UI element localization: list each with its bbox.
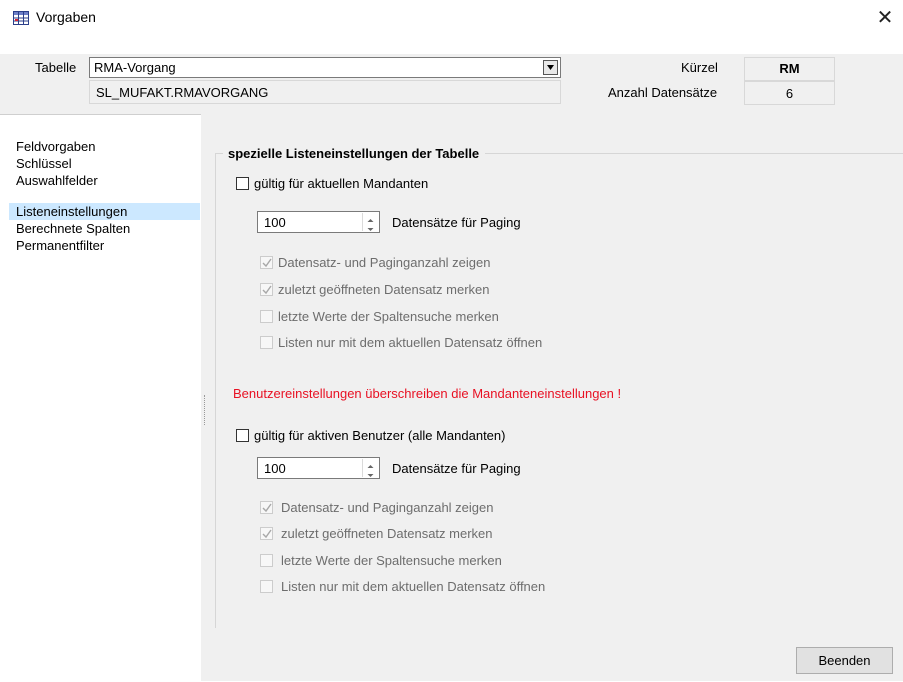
mandant-option-current-record-only-label: Listen nur mit dem aktuellen Datensatz ö… xyxy=(278,335,543,350)
count-label: Anzahl Datensätze xyxy=(608,85,718,100)
table-db-name: SL_MUFAKT.RMAVORGANG xyxy=(96,85,269,100)
benutzer-option-remember-record-label: zuletzt geöffneten Datensatz merken xyxy=(281,526,493,541)
mandant-enable-checkbox[interactable] xyxy=(236,177,249,190)
mandant-paging-value: 100 xyxy=(264,215,286,230)
benutzer-paging-stepper[interactable]: 100 xyxy=(257,457,380,479)
stepper-up-icon[interactable] xyxy=(363,459,378,468)
nav-item-listeneinstellungen[interactable]: Listeneinstellungen xyxy=(9,203,200,220)
nav-item-berechnete-spalten[interactable]: Berechnete Spalten xyxy=(16,220,130,237)
mandant-option-remember-search-label: letzte Werte der Spaltensuche merken xyxy=(278,309,499,324)
nav-item-auswahlfelder[interactable]: Auswahlfelder xyxy=(16,172,98,189)
stepper-down-icon[interactable] xyxy=(363,222,378,231)
stepper-buttons xyxy=(362,459,378,477)
benutzer-option-show-counts-checkbox xyxy=(260,501,273,514)
splitter-grip-icon xyxy=(204,395,207,425)
kuerzel-box: RM xyxy=(744,57,835,81)
benutzer-paging-label: Datensätze für Paging xyxy=(392,461,521,476)
stepper-up-icon[interactable] xyxy=(363,213,378,222)
kuerzel-label: Kürzel xyxy=(681,60,718,75)
benutzer-option-current-record-only-checkbox xyxy=(260,580,273,593)
nav-item-permanentfilter[interactable]: Permanentfilter xyxy=(16,237,104,254)
title-bar: Vorgaben ✕ xyxy=(0,0,903,36)
mandant-option-show-counts-label: Datensatz- und Paginganzahl zeigen xyxy=(278,255,491,270)
group-border-left xyxy=(215,153,216,628)
benutzer-enable-checkbox[interactable] xyxy=(236,429,249,442)
mandant-option-remember-search-checkbox xyxy=(260,310,273,323)
mandant-enable-label: gültig für aktuellen Mandanten xyxy=(254,176,429,191)
table-select-value: RMA-Vorgang xyxy=(94,60,176,75)
benutzer-option-remember-search-label: letzte Werte der Spaltensuche merken xyxy=(281,553,502,568)
close-icon[interactable]: ✕ xyxy=(870,4,900,32)
beenden-button[interactable]: Beenden xyxy=(796,647,893,674)
table-select[interactable]: RMA-Vorgang xyxy=(89,57,561,78)
app-table-icon xyxy=(13,11,29,25)
chevron-down-icon[interactable] xyxy=(543,60,558,75)
table-db-name-box: SL_MUFAKT.RMAVORGANG xyxy=(89,80,561,104)
count-box: 6 xyxy=(744,81,835,105)
benutzer-paging-value: 100 xyxy=(264,461,286,476)
mandant-option-remember-record-checkbox xyxy=(260,283,273,296)
table-label: Tabelle xyxy=(35,60,77,75)
benutzer-enable-label: gültig für aktiven Benutzer (alle Mandan… xyxy=(254,428,506,443)
benutzer-option-remember-search-checkbox xyxy=(260,554,273,567)
kuerzel-value: RM xyxy=(779,61,800,76)
stepper-buttons xyxy=(362,213,378,231)
override-warning: Benutzereinstellungen überschreiben die … xyxy=(233,386,622,401)
nav-item-feldvorgaben[interactable]: Feldvorgaben xyxy=(16,138,96,155)
benutzer-option-show-counts-label: Datensatz- und Paginganzahl zeigen xyxy=(281,500,494,515)
benutzer-option-current-record-only-label: Listen nur mit dem aktuellen Datensatz ö… xyxy=(281,579,546,594)
mandant-option-current-record-only-checkbox xyxy=(260,336,273,349)
window-title: Vorgaben xyxy=(36,9,96,25)
count-value: 6 xyxy=(785,86,794,101)
mandant-paging-label: Datensätze für Paging xyxy=(392,215,521,230)
settings-nav xyxy=(0,114,201,682)
mandant-paging-stepper[interactable]: 100 xyxy=(257,211,380,233)
mandant-option-remember-record-label: zuletzt geöffneten Datensatz merken xyxy=(278,282,490,297)
nav-item-schluessel[interactable]: Schlüssel xyxy=(16,155,72,172)
stepper-down-icon[interactable] xyxy=(363,468,378,477)
group-title: spezielle Listeneinstellungen der Tabell… xyxy=(223,146,486,161)
mandant-option-show-counts-checkbox xyxy=(260,256,273,269)
benutzer-option-remember-record-checkbox xyxy=(260,527,273,540)
